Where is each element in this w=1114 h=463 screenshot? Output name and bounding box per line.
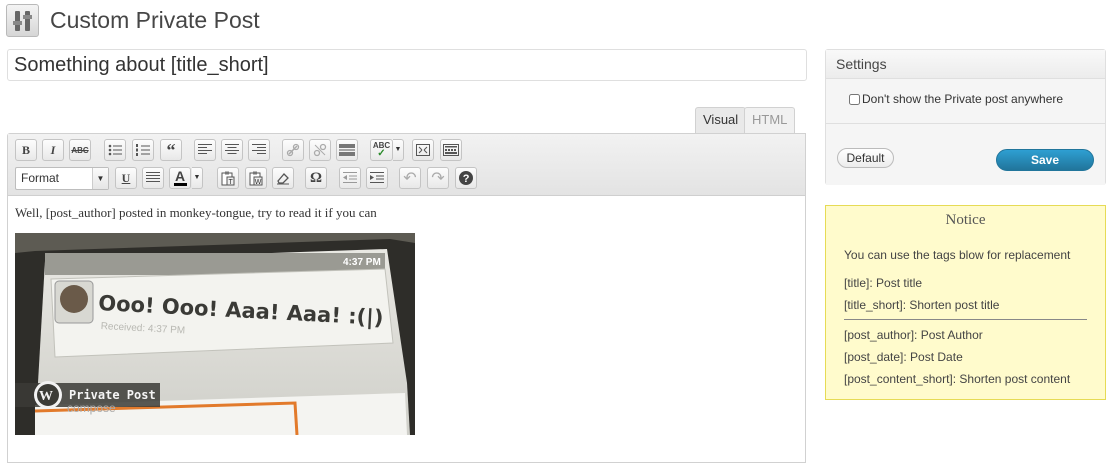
- paste-word-icon[interactable]: W: [245, 167, 267, 189]
- image-status-time: 4:37 PM: [343, 257, 381, 268]
- help-icon[interactable]: ?: [455, 167, 477, 189]
- underline-icon[interactable]: U: [115, 167, 137, 189]
- settings-box: Settings Don't show the Private post any…: [825, 49, 1106, 185]
- default-button[interactable]: Default: [837, 148, 894, 168]
- svg-text:T: T: [229, 179, 234, 186]
- post-title-input[interactable]: [7, 49, 807, 81]
- notice-title: Notice: [945, 212, 986, 228]
- notice-tag: [post_date]: Post Date: [844, 350, 963, 364]
- tab-visual[interactable]: Visual: [695, 107, 747, 134]
- hide-private-post-option[interactable]: Don't show the Private post anywhere: [849, 92, 1063, 106]
- justify-icon[interactable]: [142, 167, 164, 189]
- editor-content[interactable]: Well, [post_author] posted in monkey-ton…: [8, 196, 805, 444]
- special-char-icon[interactable]: Ω: [305, 167, 327, 189]
- svg-text:W: W: [39, 389, 53, 404]
- content-paragraph: Well, [post_author] posted in monkey-ton…: [15, 205, 377, 220]
- align-left-icon[interactable]: [194, 139, 216, 161]
- notice-tag: [title]: Post title: [844, 276, 923, 290]
- fullscreen-icon[interactable]: [412, 139, 434, 161]
- strikethrough-icon[interactable]: ABC: [69, 139, 91, 161]
- align-right-icon[interactable]: [248, 139, 270, 161]
- svg-text:W: W: [255, 179, 262, 186]
- italic-icon[interactable]: I: [42, 139, 64, 161]
- editor-toolbar: B I ABC “ ABC ✓ ▼ Format ▼ U A ▼ T W Ω ↶…: [8, 134, 805, 196]
- tools-icon: [6, 3, 39, 37]
- save-button[interactable]: Save: [996, 149, 1094, 171]
- image-compose: compose: [67, 401, 116, 415]
- page-title: Custom Private Post: [50, 6, 260, 33]
- outdent-icon[interactable]: [339, 167, 361, 189]
- page-header: Custom Private Post: [6, 3, 260, 37]
- bullet-list-icon[interactable]: [104, 139, 126, 161]
- redo-icon[interactable]: ↷: [427, 167, 449, 189]
- hide-private-post-label: Don't show the Private post anywhere: [862, 92, 1064, 106]
- notice-divider: [844, 319, 1087, 320]
- notice-tag: [post_author]: Post Author: [844, 328, 983, 342]
- notice-tag: [post_content_short]: Shorten post conte…: [844, 372, 1071, 386]
- remove-format-icon[interactable]: [272, 167, 294, 189]
- settings-title: Settings: [826, 50, 1105, 79]
- text-color-icon[interactable]: A: [169, 167, 191, 189]
- chevron-down-icon: ▼: [92, 168, 108, 189]
- unlink-icon[interactable]: [309, 139, 331, 161]
- notice-box: Notice You can use the tags blow for rep…: [825, 205, 1106, 400]
- text-color-dropdown-icon[interactable]: ▼: [192, 167, 203, 189]
- undo-icon[interactable]: ↶: [399, 167, 421, 189]
- post-editor: B I ABC “ ABC ✓ ▼ Format ▼ U A ▼ T W Ω ↶…: [7, 133, 806, 463]
- image-brand-label: Private Post: [69, 388, 156, 402]
- indent-icon[interactable]: [366, 167, 388, 189]
- bold-icon[interactable]: B: [15, 139, 37, 161]
- spellcheck-icon[interactable]: ABC ✓: [370, 139, 393, 161]
- svg-text:?: ?: [463, 173, 470, 185]
- kitchen-sink-icon[interactable]: [440, 139, 462, 161]
- settings-footer: Default Save: [826, 123, 1105, 185]
- post-image: W 4:37 PM Ooo! Ooo! Aaa! Aaa! :(|) Recei…: [15, 233, 415, 435]
- notice-tag: [title_short]: Shorten post title: [844, 298, 1000, 312]
- notice-intro: You can use the tags blow for replacemen…: [844, 248, 1071, 262]
- link-icon[interactable]: [282, 139, 304, 161]
- spellcheck-dropdown-icon[interactable]: ▼: [393, 139, 404, 161]
- format-select-value: Format: [21, 171, 60, 185]
- blockquote-icon[interactable]: “: [160, 139, 182, 161]
- more-tag-icon[interactable]: [336, 139, 358, 161]
- paste-text-icon[interactable]: T: [217, 167, 239, 189]
- hide-private-post-checkbox[interactable]: [849, 93, 860, 105]
- align-center-icon[interactable]: [221, 139, 243, 161]
- numbered-list-icon[interactable]: [132, 139, 154, 161]
- format-select[interactable]: Format ▼: [15, 167, 109, 190]
- tab-html[interactable]: HTML: [744, 107, 796, 133]
